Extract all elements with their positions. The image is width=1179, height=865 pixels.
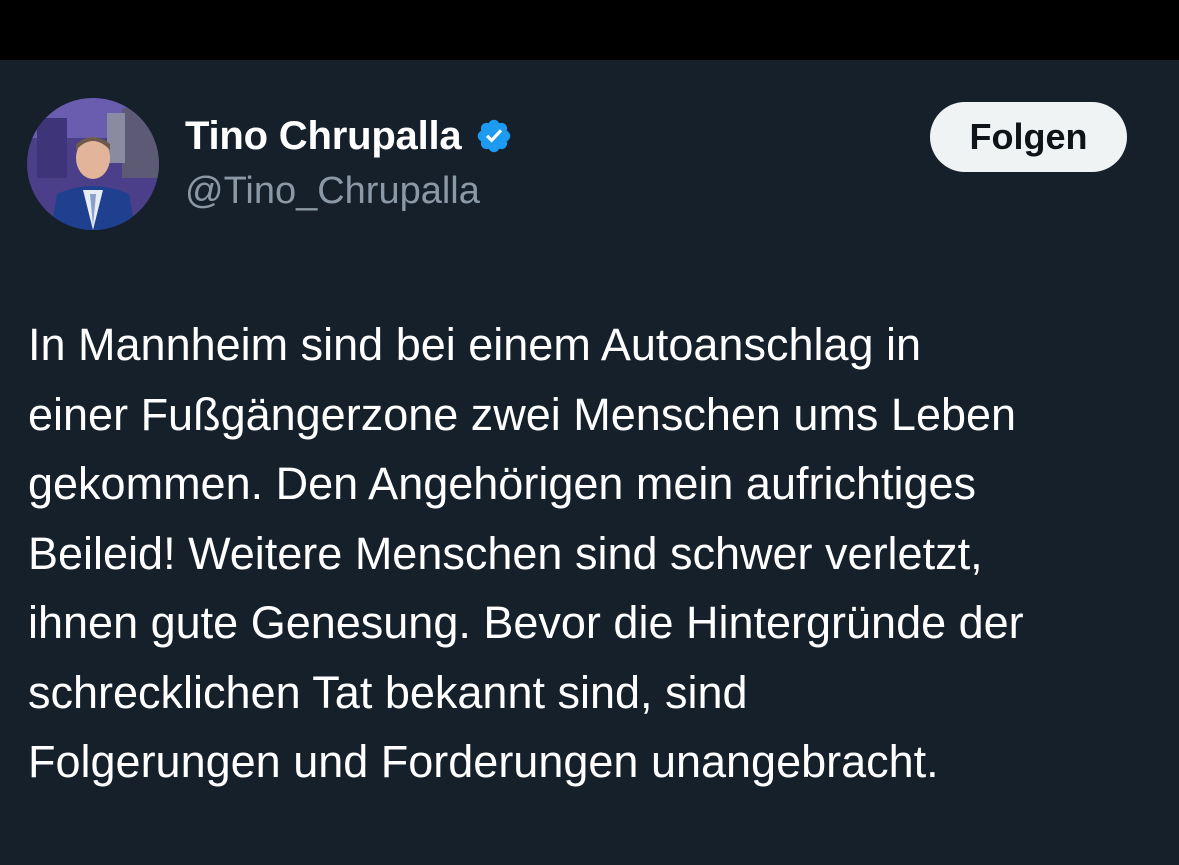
avatar[interactable] (27, 98, 159, 230)
tweet-text-line: ihnen gute Genesung. Bevor die Hintergrü… (28, 597, 1024, 648)
tweet-text-line: einer Fußgängerzone zwei Menschen ums Le… (28, 388, 1017, 440)
tweet-text-line: Beileid! Weitere Menschen sind schwer ve… (28, 527, 983, 579)
status-bar (0, 0, 1179, 60)
tweet-text-line: Folgerungen und Forderungen unangebracht… (28, 736, 939, 787)
tweet-card: Tino Chrupalla @Tino_Chrupalla Folgen In… (0, 60, 1179, 865)
tweet-text-line: schrecklichen Tat bekannt sind, sind (28, 666, 748, 718)
tweet-text: In Mannheim sind bei einem Autoanschlag … (28, 310, 1168, 797)
tweet-text-line: In Mannheim sind bei einem Autoanschlag … (28, 319, 922, 370)
author-handle[interactable]: @Tino_Chrupalla (185, 170, 480, 213)
tweet-text-line: gekommen. Den Angehörigen mein aufrichti… (28, 458, 977, 509)
follow-button[interactable]: Folgen (930, 102, 1127, 172)
verified-badge-icon[interactable] (475, 117, 513, 155)
author-name[interactable]: Tino Chrupalla (185, 114, 462, 159)
author-name-row: Tino Chrupalla (185, 112, 513, 160)
